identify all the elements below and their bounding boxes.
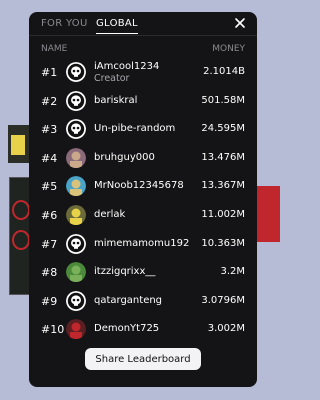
rank-label: #9	[41, 294, 58, 308]
leaderboard-row[interactable]: #5 MrNoob12345678 13.367M	[29, 172, 257, 201]
rank-label: #8	[41, 266, 58, 280]
player-name: iAmcool1234	[94, 61, 160, 72]
avatar	[66, 319, 86, 340]
leaderboard-row[interactable]: #6 derlak 11.002M	[29, 201, 257, 230]
avatar	[66, 176, 86, 197]
tab-bar: FOR YOU GLOBAL	[29, 12, 257, 36]
background-thumbnail	[8, 125, 30, 163]
leaderboard-row[interactable]: #4 bruhguy000 13.476M	[29, 144, 257, 173]
tab-for-you[interactable]: FOR YOU	[41, 18, 88, 29]
avatar	[66, 119, 86, 140]
money-value: 13.476M	[201, 151, 245, 163]
rank-label: #10	[41, 323, 65, 337]
rank-label: #1	[41, 66, 58, 79]
close-icon[interactable]	[233, 16, 247, 30]
player-name: bruhguy000	[94, 151, 155, 163]
player-name: itzzigqrixx__	[94, 266, 156, 278]
player-name: qatarganteng	[94, 294, 163, 306]
avatar	[66, 90, 86, 111]
background-banner	[256, 186, 280, 242]
avatar	[66, 147, 86, 168]
player-name: Un-pibe-random	[94, 123, 176, 135]
player-name: mimemamomu192	[94, 237, 190, 249]
money-value: 2.1014B	[203, 66, 245, 77]
leaderboard-row[interactable]: #3 Un-pibe-random 24.595M	[29, 115, 257, 144]
money-value: 3.2M	[220, 266, 245, 278]
player-name: derlak	[94, 208, 126, 220]
rank-label: #6	[41, 208, 58, 222]
leaderboard-modal: FOR YOU GLOBAL NAME MONEY #1 iAmcool1234 C…	[29, 12, 257, 387]
background-card	[9, 177, 31, 295]
money-value: 3.002M	[207, 323, 245, 335]
leaderboard-row[interactable]: #7 mimemamomu192 10.363M	[29, 230, 257, 259]
leaderboard-row[interactable]: #2 bariskral 501.58M	[29, 87, 257, 116]
avatar	[66, 262, 86, 283]
share-leaderboard-button[interactable]: Share Leaderboard	[85, 348, 201, 370]
rank-label: #3	[41, 123, 58, 137]
rank-label: #5	[41, 180, 58, 194]
column-header-money: MONEY	[212, 44, 245, 54]
background-circle-icon	[12, 200, 30, 220]
leaderboard-row[interactable]: #8 itzzigqrixx__ 3.2M	[29, 258, 257, 287]
rank-label: #2	[41, 94, 58, 108]
avatar	[66, 62, 86, 82]
money-value: 501.58M	[201, 94, 245, 106]
money-value: 11.002M	[201, 208, 245, 220]
money-value: 10.363M	[201, 237, 245, 249]
leaderboard-row[interactable]: #9 qatarganteng 3.0796M	[29, 287, 257, 316]
rank-label: #4	[41, 151, 58, 165]
leaderboard-list: #1 iAmcool1234 Creator 2.1014B #2 bariskral 50…	[29, 58, 257, 344]
avatar	[66, 290, 86, 311]
player-name: bariskral	[94, 94, 138, 106]
player-name: DemonYt725	[94, 323, 160, 335]
money-value: 13.367M	[201, 180, 245, 192]
leaderboard-row[interactable]: #1 iAmcool1234 Creator 2.1014B	[29, 58, 257, 87]
money-value: 24.595M	[201, 123, 245, 135]
money-value: 3.0796M	[201, 294, 245, 306]
avatar	[66, 233, 86, 254]
player-name: MrNoob12345678	[94, 180, 184, 192]
avatar	[66, 204, 86, 225]
background-circle-icon	[12, 230, 30, 250]
tab-global[interactable]: GLOBAL	[96, 18, 138, 34]
column-header-name: NAME	[41, 44, 68, 54]
leaderboard-row[interactable]: #10 DemonYt725 3.002M	[29, 315, 257, 344]
rank-label: #7	[41, 237, 58, 251]
player-role: Creator	[94, 73, 130, 84]
